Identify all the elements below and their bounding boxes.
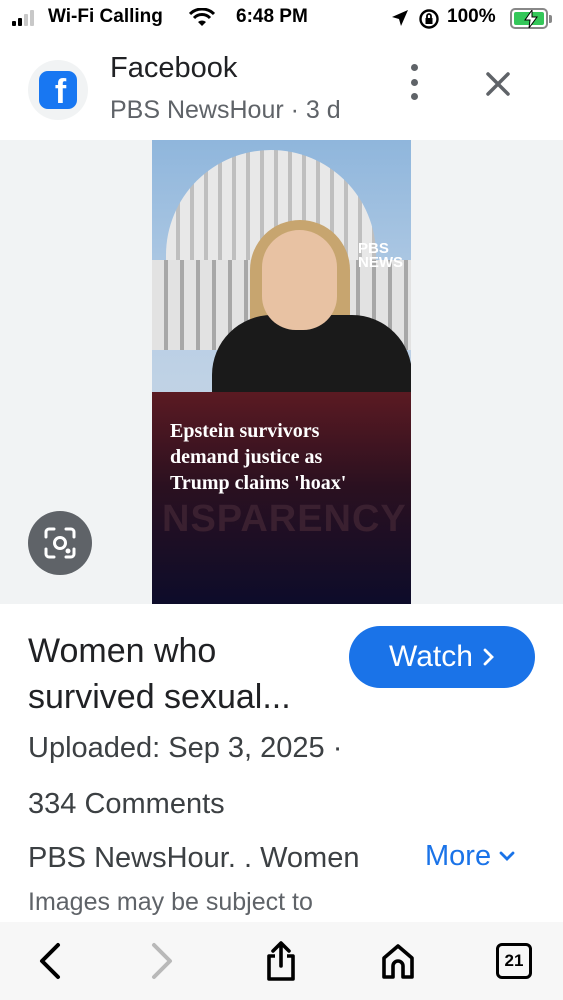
video-caption: Epstein survivors demand justice as Trum…	[170, 418, 400, 496]
rotation-lock-icon	[418, 8, 440, 36]
chevron-down-icon	[499, 851, 515, 861]
carrier-label: Wi-Fi Calling	[48, 6, 163, 27]
forward-arrow-icon	[152, 943, 172, 979]
background-banner-text: NSPARENCY ACT	[162, 498, 411, 540]
caption-line: demand justice as	[170, 446, 323, 468]
copyright-disclaimer: Images may be subject to	[28, 888, 313, 916]
cellular-signal-icon	[12, 10, 34, 26]
home-button[interactable]	[375, 938, 421, 984]
video-thumbnail[interactable]: PBS NEWS NSPARENCY ACT Epstein survivors…	[152, 140, 411, 604]
forward-button[interactable]	[140, 938, 186, 984]
browser-toolbar: 21	[0, 922, 563, 1000]
back-button[interactable]	[26, 938, 72, 984]
chevron-right-icon	[483, 648, 494, 666]
pbs-news-watermark: PBS NEWS	[358, 240, 403, 271]
close-icon[interactable]	[478, 64, 518, 104]
home-icon	[382, 944, 414, 979]
tabs-button[interactable]: 21	[491, 938, 537, 984]
more-options-icon[interactable]	[404, 64, 424, 100]
clock: 6:48 PM	[236, 6, 308, 27]
camera-search-icon	[44, 527, 76, 559]
share-button[interactable]	[258, 938, 304, 984]
battery-tip	[549, 15, 552, 23]
watch-label: Watch	[389, 640, 473, 673]
upload-date: Uploaded: Sep 3, 2025 ·	[28, 732, 343, 764]
wifi-icon	[188, 7, 216, 34]
battery-icon	[510, 8, 548, 29]
more-label: More	[425, 840, 492, 872]
facebook-logo-icon: f	[28, 60, 88, 120]
status-bar: Wi-Fi Calling 6:48 PM 100%	[0, 0, 563, 40]
caption-line: Epstein survivors	[170, 420, 320, 442]
back-arrow-icon	[40, 943, 60, 979]
location-arrow-icon	[391, 9, 409, 33]
result-title[interactable]: Women who survived sexual...	[28, 628, 338, 720]
media-preview: PBS NEWS NSPARENCY ACT Epstein survivors…	[0, 140, 563, 604]
caption-line: Trump claims 'hoax'	[170, 472, 347, 494]
watch-button[interactable]: Watch	[349, 626, 535, 688]
more-button[interactable]: More	[425, 840, 515, 873]
comment-count: 334 Comments	[28, 788, 225, 820]
battery-percent: 100%	[447, 6, 496, 27]
share-icon	[267, 941, 295, 981]
description-snippet: PBS NewsHour. . Women	[28, 842, 360, 874]
result-header: f Facebook PBS NewsHour · 3 d	[0, 40, 563, 140]
tab-count-icon: 21	[496, 943, 532, 979]
lens-search-button[interactable]	[28, 511, 92, 575]
source-subtitle: PBS NewsHour · 3 d	[110, 96, 341, 124]
site-name: Facebook	[110, 52, 238, 84]
